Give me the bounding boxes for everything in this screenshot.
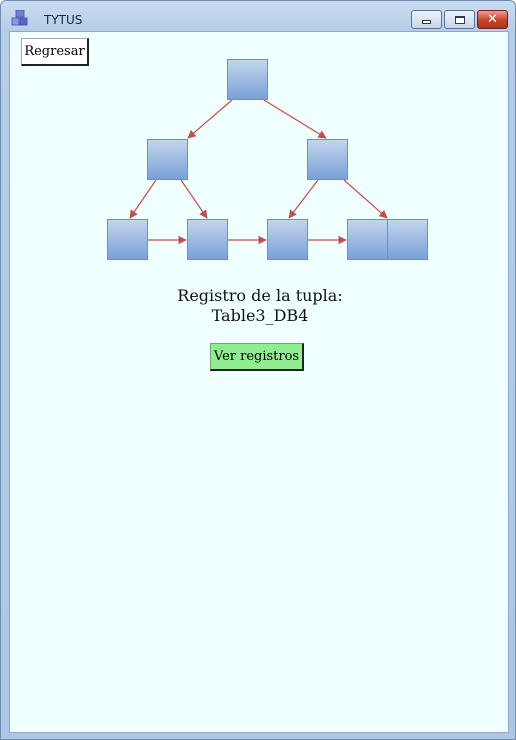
view-records-button[interactable]: Ver registros [210,343,304,371]
tree-edge [343,179,388,219]
tuple-table-name: Table3_DB4 [211,306,309,325]
tree-edge [129,179,157,219]
content-area: Regresar Registro de la tupla: Table3_DB… [9,31,509,733]
minimize-button[interactable] [411,10,442,29]
close-button[interactable]: ✕ [477,10,508,29]
tree-leaf [347,219,388,260]
tree-edge [288,179,319,219]
tree-edge [263,99,327,139]
tuple-caption-label: Registro de la tupla: [177,286,343,305]
window-title: TYTUS [44,13,83,27]
tree-node-root [227,59,268,100]
tree-node [307,139,348,180]
title-bar[interactable]: TYTUS ✕ [1,1,515,31]
close-icon: ✕ [487,12,498,27]
tree-node [147,139,188,180]
minimize-icon [422,20,431,24]
tree-edge [187,99,233,139]
tree-leaf [387,219,428,260]
maximize-icon [454,15,465,24]
app-window: TYTUS ✕ Regresar Registro de la tupla: T… [0,0,516,740]
maximize-button[interactable] [444,10,475,29]
app-cubes-icon [11,10,28,26]
tree-leaf [267,219,308,260]
tree-leaf [107,219,148,260]
tree-edge [180,179,208,219]
tree-leaf [187,219,228,260]
